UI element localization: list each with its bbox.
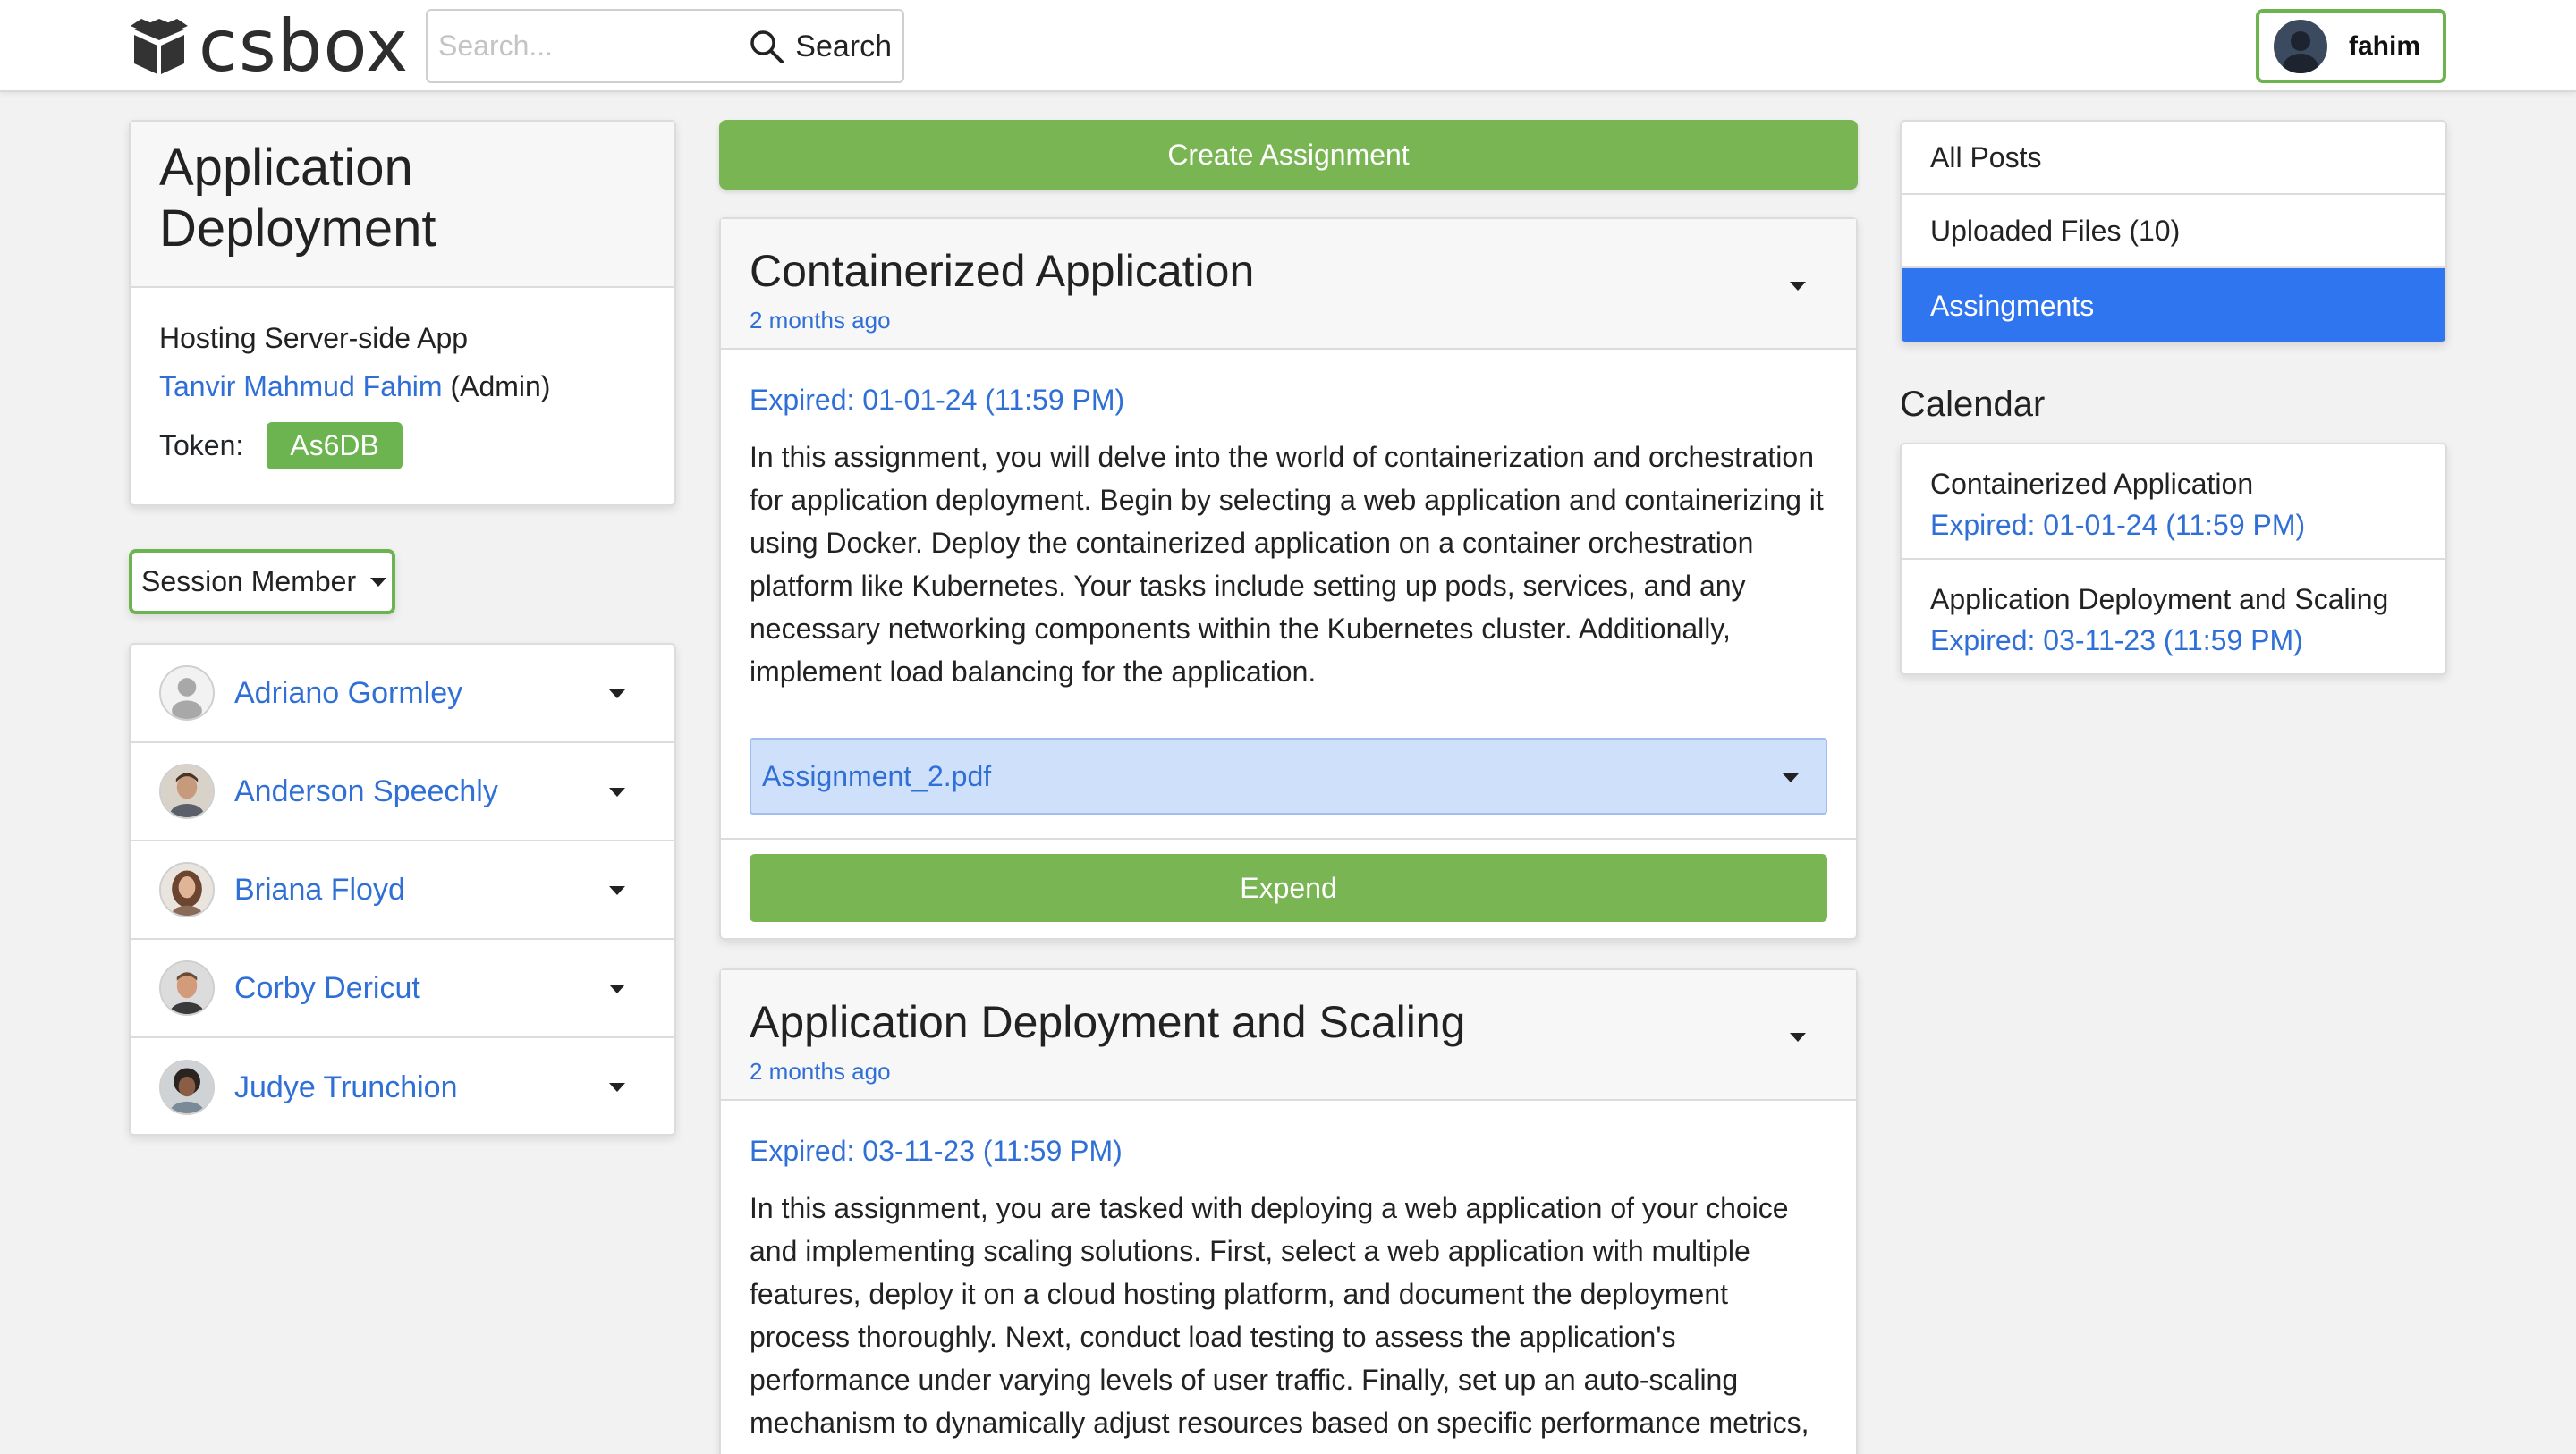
course-title: Application Deployment	[159, 139, 436, 258]
course-subtitle: Hosting Server-side App	[159, 322, 469, 354]
avatar	[159, 960, 215, 1016]
token-badge[interactable]: As6DB	[267, 422, 402, 469]
calendar-item[interactable]: Containerized Application Expired: 01-01…	[1902, 444, 2445, 560]
member-name[interactable]: Corby Dericut	[234, 971, 420, 1006]
search-button-label: Search	[795, 29, 892, 63]
chevron-down-icon[interactable]	[609, 1083, 625, 1092]
attachment-file[interactable]: Assignment_2.pdf	[750, 738, 1827, 815]
member-row: Judye Trunchion	[131, 1038, 674, 1137]
assignment-card: Containerized Application 2 months ago E…	[719, 217, 1858, 940]
chevron-down-icon[interactable]	[1783, 773, 1799, 782]
course-body: Hosting Server-side App Tanvir Mahmud Fa…	[131, 288, 674, 469]
members-list: Adriano Gormley Anderson Speechly Briana…	[129, 643, 676, 1136]
attachment-file-name: Assignment_2.pdf	[762, 759, 992, 792]
course-owner: Tanvir Mahmud Fahim (Admin)	[159, 361, 646, 411]
assignment-footer: Expend	[721, 838, 1856, 938]
logo[interactable]: csbox	[129, 4, 410, 88]
chevron-down-icon[interactable]	[1790, 1033, 1806, 1042]
user-avatar	[2274, 19, 2327, 73]
calendar-item-name: Containerized Application	[1930, 468, 2254, 500]
member-name[interactable]: Briana Floyd	[234, 873, 405, 908]
user-menu-button[interactable]: fahim	[2256, 9, 2446, 83]
member-row: Anderson Speechly	[131, 743, 674, 841]
user-name: fahim	[2349, 30, 2421, 61]
nav-uploaded-files[interactable]: Uploaded Files (10)	[1902, 195, 2445, 268]
assignment-expired: Expired: 01-01-24 (11:59 PM)	[750, 384, 1125, 416]
chevron-down-icon[interactable]	[609, 689, 625, 698]
session-member-dropdown[interactable]: Session Member	[129, 549, 395, 614]
calendar-item-expired: Expired: 03-11-23 (11:59 PM)	[1930, 624, 2303, 656]
assignment-body: Expired: 01-01-24 (11:59 PM) In this ass…	[721, 350, 1856, 815]
course-header: Application Deployment	[131, 122, 674, 288]
search-box: Search	[426, 9, 904, 83]
token-row: Token: As6DB	[159, 422, 646, 469]
assignment-description: In this assignment, you are tasked with …	[750, 1192, 1809, 1439]
owner-link[interactable]: Tanvir Mahmud Fahim	[159, 370, 443, 402]
nav-all-posts[interactable]: All Posts	[1902, 122, 2445, 195]
calendar-item-name: Application Deployment and Scaling	[1930, 583, 2389, 615]
assignment-time: 2 months ago	[750, 1058, 891, 1085]
chevron-down-icon[interactable]	[1790, 282, 1806, 291]
search-input[interactable]	[428, 14, 750, 78]
calendar-title: Calendar	[1900, 385, 2046, 424]
chevron-down-icon[interactable]	[609, 985, 625, 993]
owner-role: (Admin)	[450, 370, 551, 402]
member-row: Adriano Gormley	[131, 645, 674, 743]
default-avatar-icon	[159, 665, 215, 721]
assignment-expired: Expired: 03-11-23 (11:59 PM)	[750, 1135, 1123, 1167]
member-name[interactable]: Adriano Gormley	[234, 676, 462, 711]
nav-assignments[interactable]: Assingments	[1902, 268, 2445, 342]
member-row: Corby Dericut	[131, 940, 674, 1038]
expend-button[interactable]: Expend	[750, 854, 1827, 922]
avatar	[159, 1060, 215, 1115]
session-member-label: Session Member	[141, 565, 357, 597]
calendar-list: Containerized Application Expired: 01-01…	[1900, 443, 2447, 675]
logo-text: csbox	[199, 4, 410, 88]
chevron-down-icon	[370, 577, 387, 587]
member-name[interactable]: Anderson Speechly	[234, 774, 498, 809]
calendar-item-expired: Expired: 01-01-24 (11:59 PM)	[1930, 509, 2306, 541]
avatar	[159, 862, 215, 917]
assignment-title: Application Deployment and Scaling	[750, 997, 1466, 1047]
assignment-body: Expired: 03-11-23 (11:59 PM) In this ass…	[721, 1101, 1856, 1444]
avatar	[159, 764, 215, 819]
post-filter-nav: All Posts Uploaded Files (10) Assingment…	[1900, 120, 2447, 343]
token-label: Token:	[159, 429, 244, 461]
search-button[interactable]: Search	[749, 20, 892, 73]
create-assignment-button[interactable]: Create Assignment	[719, 120, 1858, 190]
calendar-item[interactable]: Application Deployment and Scaling Expir…	[1902, 560, 2445, 675]
member-name[interactable]: Judye Trunchion	[234, 1070, 458, 1105]
top-navbar: csbox Search fahim	[0, 0, 2576, 92]
search-icon	[750, 30, 784, 63]
chevron-down-icon[interactable]	[609, 788, 625, 797]
assignment-card: Application Deployment and Scaling 2 mon…	[719, 968, 1858, 1454]
assignment-header: Application Deployment and Scaling 2 mon…	[721, 970, 1856, 1101]
assignment-description: In this assignment, you will delve into …	[750, 441, 1824, 688]
assignment-header: Containerized Application 2 months ago	[721, 219, 1856, 350]
assignment-time: 2 months ago	[750, 307, 891, 334]
member-row: Briana Floyd	[131, 841, 674, 940]
box-logo-icon	[131, 19, 188, 74]
chevron-down-icon[interactable]	[609, 886, 625, 895]
course-info-card: Application Deployment Hosting Server-si…	[129, 120, 676, 506]
assignment-title: Containerized Application	[750, 246, 1255, 296]
